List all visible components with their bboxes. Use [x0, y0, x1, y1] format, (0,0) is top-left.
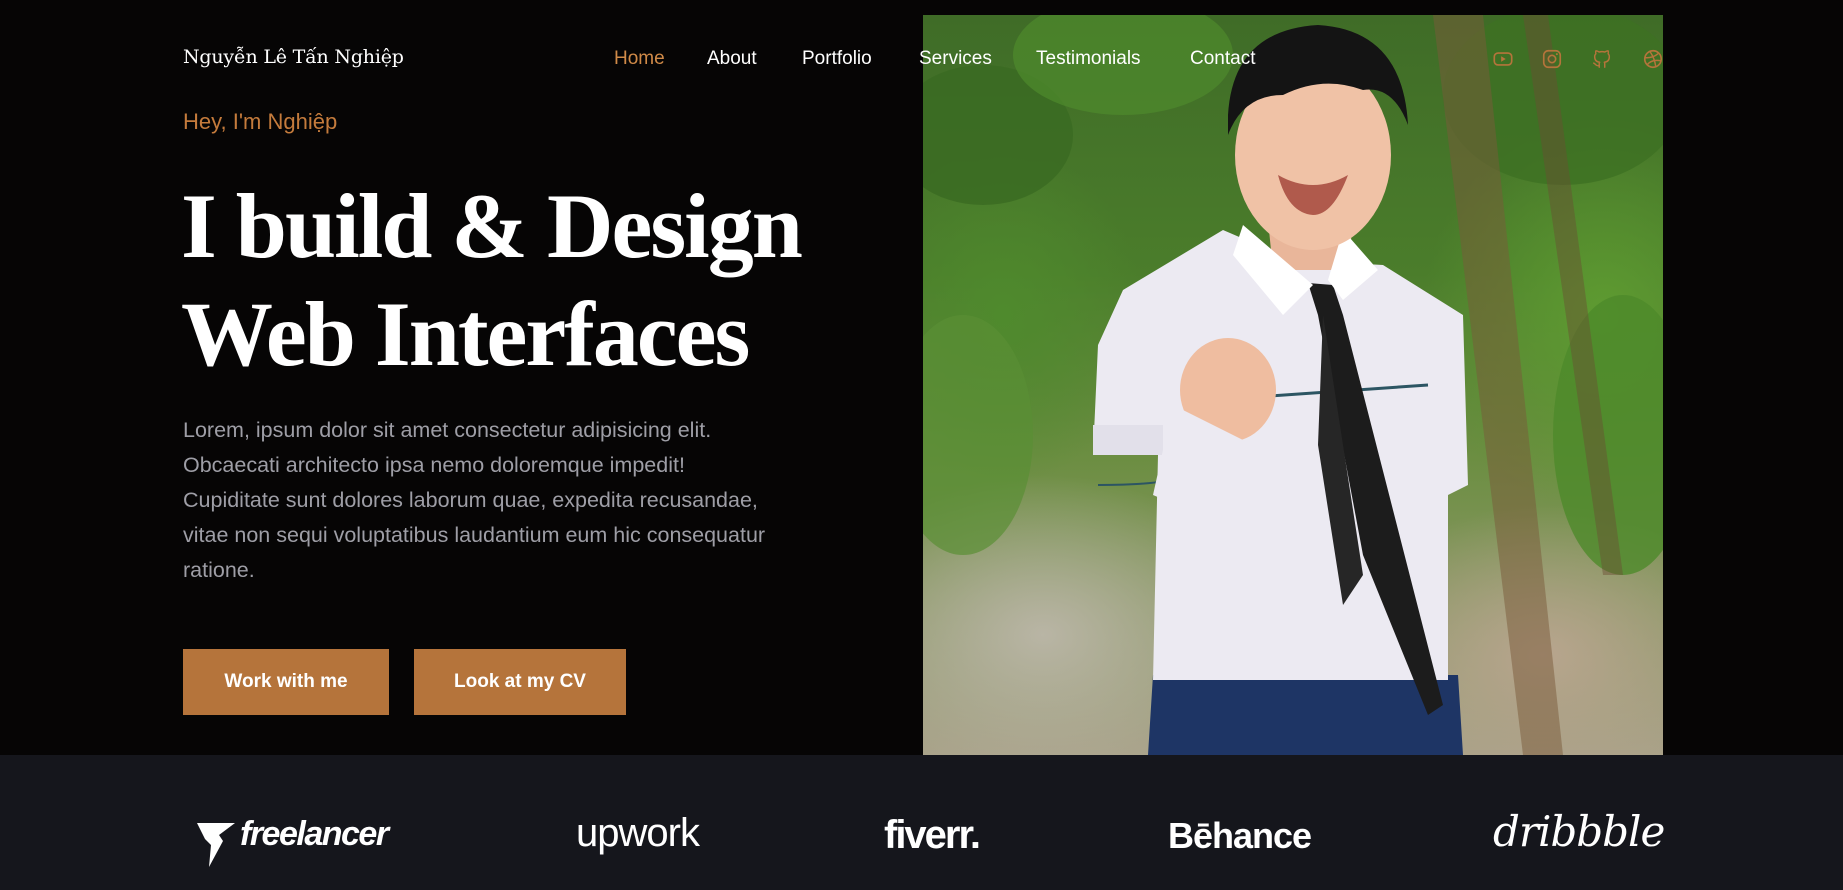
headline-line-2: Web Interfaces — [181, 283, 750, 385]
nav-services[interactable]: Services — [919, 48, 992, 70]
dribbble-icon[interactable] — [1642, 48, 1664, 70]
person-figure — [923, 15, 1663, 755]
hero-photo — [923, 15, 1663, 755]
hero-intro: Lorem, ipsum dolor sit amet consectetur … — [183, 418, 766, 582]
freelancer-bird-icon — [197, 823, 235, 867]
nav-about[interactable]: About — [707, 48, 757, 70]
github-icon[interactable] — [1591, 48, 1613, 70]
behance-logo: Bēhance — [1168, 815, 1312, 856]
freelancer-wordmark: freelancer — [240, 815, 389, 853]
work-with-me-button[interactable]: Work with me — [183, 649, 389, 715]
nav-testimonials[interactable]: Testimonials — [1036, 48, 1141, 70]
nav-portfolio[interactable]: Portfolio — [802, 48, 872, 70]
headline-line-1: I build & Design — [181, 175, 803, 277]
nav-home[interactable]: Home — [614, 48, 665, 70]
partner-logos-bar: freelancer upwork fiverr. Bēhance dribbb… — [0, 755, 1843, 890]
youtube-icon[interactable] — [1492, 48, 1514, 70]
hero-headline: I build & Design Web Interfaces — [181, 172, 803, 388]
nav-contact[interactable]: Contact — [1190, 48, 1255, 70]
site-logo[interactable]: Nguyễn Lê Tấn Nghiệp — [183, 46, 404, 68]
view-cv-button[interactable]: Look at my CV — [414, 649, 626, 715]
hero-greeting: Hey, I'm Nghiệp — [183, 109, 338, 134]
instagram-icon[interactable] — [1541, 48, 1563, 70]
dribbble-logo: dribbble — [1493, 807, 1665, 856]
fiverr-logo: fiverr. — [884, 813, 981, 857]
upwork-logo: upwork — [576, 811, 700, 855]
